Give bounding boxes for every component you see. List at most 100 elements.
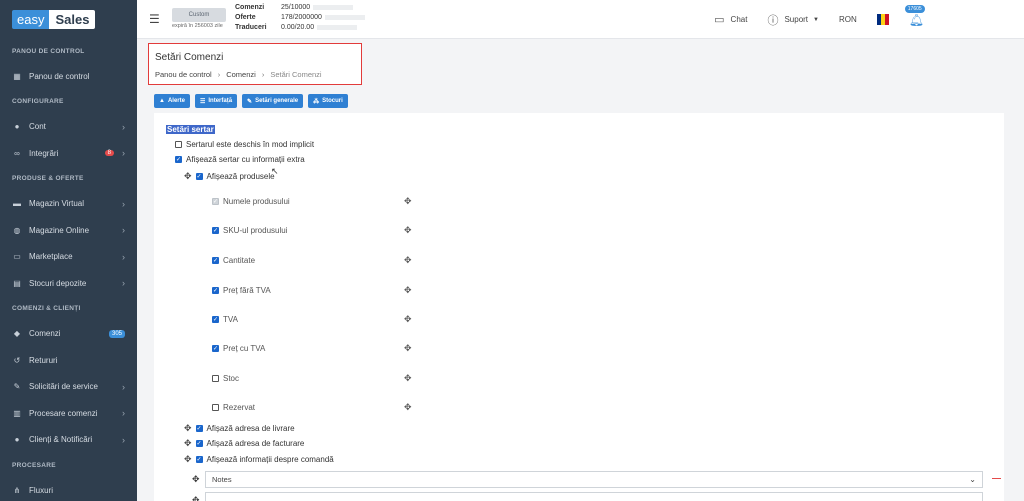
checkbox[interactable]: ✓ bbox=[212, 345, 219, 352]
sidebar-item-panou-de-control[interactable]: ▦ Panou de control bbox=[0, 63, 137, 90]
tab-label: Stocuri bbox=[322, 98, 343, 104]
option-label: Preț cu TVA bbox=[223, 344, 266, 353]
drag-handle-icon[interactable]: ✥ bbox=[404, 225, 412, 236]
caret-down-icon: ▼ bbox=[813, 16, 819, 23]
breadcrumb-item[interactable]: Comenzi bbox=[226, 70, 256, 79]
chevron-right-icon: › bbox=[122, 121, 125, 132]
drawer-open-option[interactable]: Sertarul este deschis în mod implicit bbox=[175, 140, 314, 149]
checkbox[interactable]: ✓ bbox=[195, 440, 203, 447]
sidebar-item-solicitari-service[interactable]: ✎ Solicitări de service › bbox=[0, 374, 137, 401]
checkbox[interactable] bbox=[212, 404, 219, 411]
show-order-info-option[interactable]: ✥ ✓ Afișează informații despre comandă bbox=[184, 454, 334, 465]
cart-icon: ▭ bbox=[13, 252, 21, 262]
chevron-right-icon: › bbox=[122, 278, 125, 289]
sidebar-item-cont[interactable]: ● Cont › bbox=[0, 114, 137, 141]
sidebar-item-magazin-virtual[interactable]: ▬ Magazin Virtual › bbox=[0, 191, 137, 218]
section-title: Setări sertar bbox=[166, 125, 215, 134]
product-field-option[interactable]: ✓ SKU-ul produsului bbox=[212, 226, 287, 235]
show-products-option[interactable]: ✥ ✓ Afișează produsele bbox=[184, 171, 275, 182]
sidebar-item-stocuri-depozite[interactable]: ▤ Stocuri depozite › bbox=[0, 270, 137, 297]
option-label: Afișază adresa de facturare bbox=[206, 439, 305, 448]
support-label: Suport bbox=[784, 15, 809, 24]
checkbox[interactable]: ✓ bbox=[195, 456, 203, 463]
tab-alerte[interactable]: ▲ Alerte bbox=[154, 94, 190, 108]
checkbox[interactable] bbox=[212, 375, 219, 382]
dashboard-icon: ▦ bbox=[13, 71, 21, 81]
option-label: Afișază adresa de livrare bbox=[206, 424, 295, 433]
process-icon: ▥ bbox=[13, 408, 21, 418]
chat-button[interactable]: ▭ Chat bbox=[714, 13, 747, 26]
sidebar-item-marketplace[interactable]: ▭ Marketplace › bbox=[0, 244, 137, 271]
sidebar-item-label: Cont bbox=[29, 122, 46, 132]
product-field-option[interactable]: Stoc bbox=[212, 374, 239, 383]
checkbox[interactable]: ✓ bbox=[212, 257, 219, 264]
drag-handle-icon[interactable]: ✥ bbox=[184, 423, 192, 434]
order-info-select[interactable]: Notes ⌄ bbox=[205, 471, 983, 488]
show-billing-option[interactable]: ✥ ✓ Afișază adresa de facturare bbox=[184, 438, 304, 449]
checkbox[interactable]: ✓ bbox=[175, 156, 182, 163]
sidebar-item-fluxuri[interactable]: ⋔ Fluxuri bbox=[0, 477, 137, 501]
drag-handle-icon[interactable]: ✥ bbox=[184, 438, 192, 449]
product-field-option[interactable]: ✓ TVA bbox=[212, 315, 238, 324]
integrations-badge: 8 bbox=[104, 150, 114, 157]
product-field-option[interactable]: Rezervat bbox=[212, 403, 255, 412]
notifications-button[interactable]: 🔔︎ 17605 bbox=[904, 4, 925, 27]
tab-interfata[interactable]: ☰ Interfață bbox=[194, 94, 238, 108]
remove-field-icon[interactable]: — bbox=[992, 473, 1001, 483]
sidebar-item-label: Fluxuri bbox=[29, 485, 54, 495]
bell-icon: 🔔︎ bbox=[908, 12, 924, 27]
breadcrumb-current: Setări Comenzi bbox=[270, 70, 322, 79]
checkbox[interactable]: ✓ bbox=[212, 316, 219, 323]
chevron-right-icon: › bbox=[122, 381, 125, 392]
product-field-option[interactable]: ✓ Cantitate bbox=[212, 256, 255, 265]
checkbox[interactable]: ✓ bbox=[195, 425, 203, 432]
sidebar-item-label: Panou de control bbox=[29, 71, 90, 81]
drag-handle-icon[interactable]: ✥ bbox=[192, 474, 200, 485]
sidebar-item-comenzi[interactable]: ◆ Comenzi 305 bbox=[0, 321, 137, 348]
sidebar-item-procesare-comenzi[interactable]: ▥ Procesare comenzi › bbox=[0, 400, 137, 427]
chevron-right-icon: › bbox=[122, 225, 125, 236]
sidebar-section-title: COMENZI & CLIENȚI bbox=[12, 305, 81, 312]
sidebar-item-integrari[interactable]: ∞ Integrări 8 › bbox=[0, 140, 137, 167]
drag-handle-icon[interactable]: ✥ bbox=[184, 454, 192, 465]
checkbox[interactable] bbox=[175, 141, 182, 148]
chevron-right-icon: › bbox=[122, 148, 125, 159]
show-extra-option[interactable]: ✓ Afișează sertar cu informații extra bbox=[175, 155, 305, 164]
drag-handle-icon[interactable]: ✥ bbox=[404, 196, 412, 207]
drag-handle-icon[interactable]: ✥ bbox=[404, 314, 412, 325]
product-field-option[interactable]: ✓ Preț fără TVA bbox=[212, 286, 271, 295]
quota-bar bbox=[313, 5, 354, 10]
drag-handle-icon[interactable]: ✥ bbox=[404, 373, 412, 384]
hamburger-menu-icon[interactable]: ☰ bbox=[149, 12, 160, 26]
flag-icon[interactable] bbox=[876, 14, 889, 25]
checkbox[interactable]: ✓ bbox=[195, 173, 203, 180]
drag-handle-icon[interactable]: ✥ bbox=[184, 171, 192, 182]
breadcrumb-item[interactable]: Panou de control bbox=[155, 70, 212, 79]
currency-selector[interactable]: RON bbox=[839, 15, 857, 24]
drag-handle-icon[interactable]: ✥ bbox=[404, 285, 412, 296]
support-dropdown[interactable]: ⓘ Suport ▼ bbox=[767, 12, 819, 28]
product-field-option[interactable]: ✓ Numele produsului bbox=[212, 197, 290, 206]
drag-handle-icon[interactable]: ✥ bbox=[404, 343, 412, 354]
show-delivery-option[interactable]: ✥ ✓ Afișază adresa de livrare bbox=[184, 423, 295, 434]
page-title: Setări Comenzi bbox=[155, 52, 224, 63]
tab-setari-generale[interactable]: ✎ Setări generale bbox=[242, 94, 304, 108]
checkbox[interactable]: ✓ bbox=[212, 287, 219, 294]
drag-handle-icon[interactable]: ✥ bbox=[192, 495, 200, 501]
globe-icon: ◍ bbox=[13, 225, 21, 235]
sidebar-item-clienti-notificari[interactable]: ● Clienți & Notificări › bbox=[0, 427, 137, 454]
tab-stocuri[interactable]: ⁂ Stocuri bbox=[308, 94, 348, 108]
drag-handle-icon[interactable]: ✥ bbox=[404, 255, 412, 266]
sidebar-item-retururi[interactable]: ↺ Retururi bbox=[0, 347, 137, 374]
product-field-option[interactable]: ✓ Preț cu TVA bbox=[212, 344, 265, 353]
sidebar-item-label: Solicitări de service bbox=[29, 382, 98, 392]
mouse-cursor-icon: ↖ bbox=[271, 166, 279, 176]
sidebar-item-label: Comenzi bbox=[29, 329, 61, 339]
order-info-select-2[interactable] bbox=[205, 492, 983, 501]
drag-handle-icon[interactable]: ✥ bbox=[404, 402, 412, 413]
logo[interactable]: easy Sales bbox=[0, 0, 137, 39]
option-label: Afișează produsele bbox=[206, 172, 275, 181]
sidebar-item-magazine-online[interactable]: ◍ Magazine Online › bbox=[0, 217, 137, 244]
checkbox[interactable]: ✓ bbox=[212, 227, 219, 234]
quota-bar bbox=[317, 25, 358, 30]
